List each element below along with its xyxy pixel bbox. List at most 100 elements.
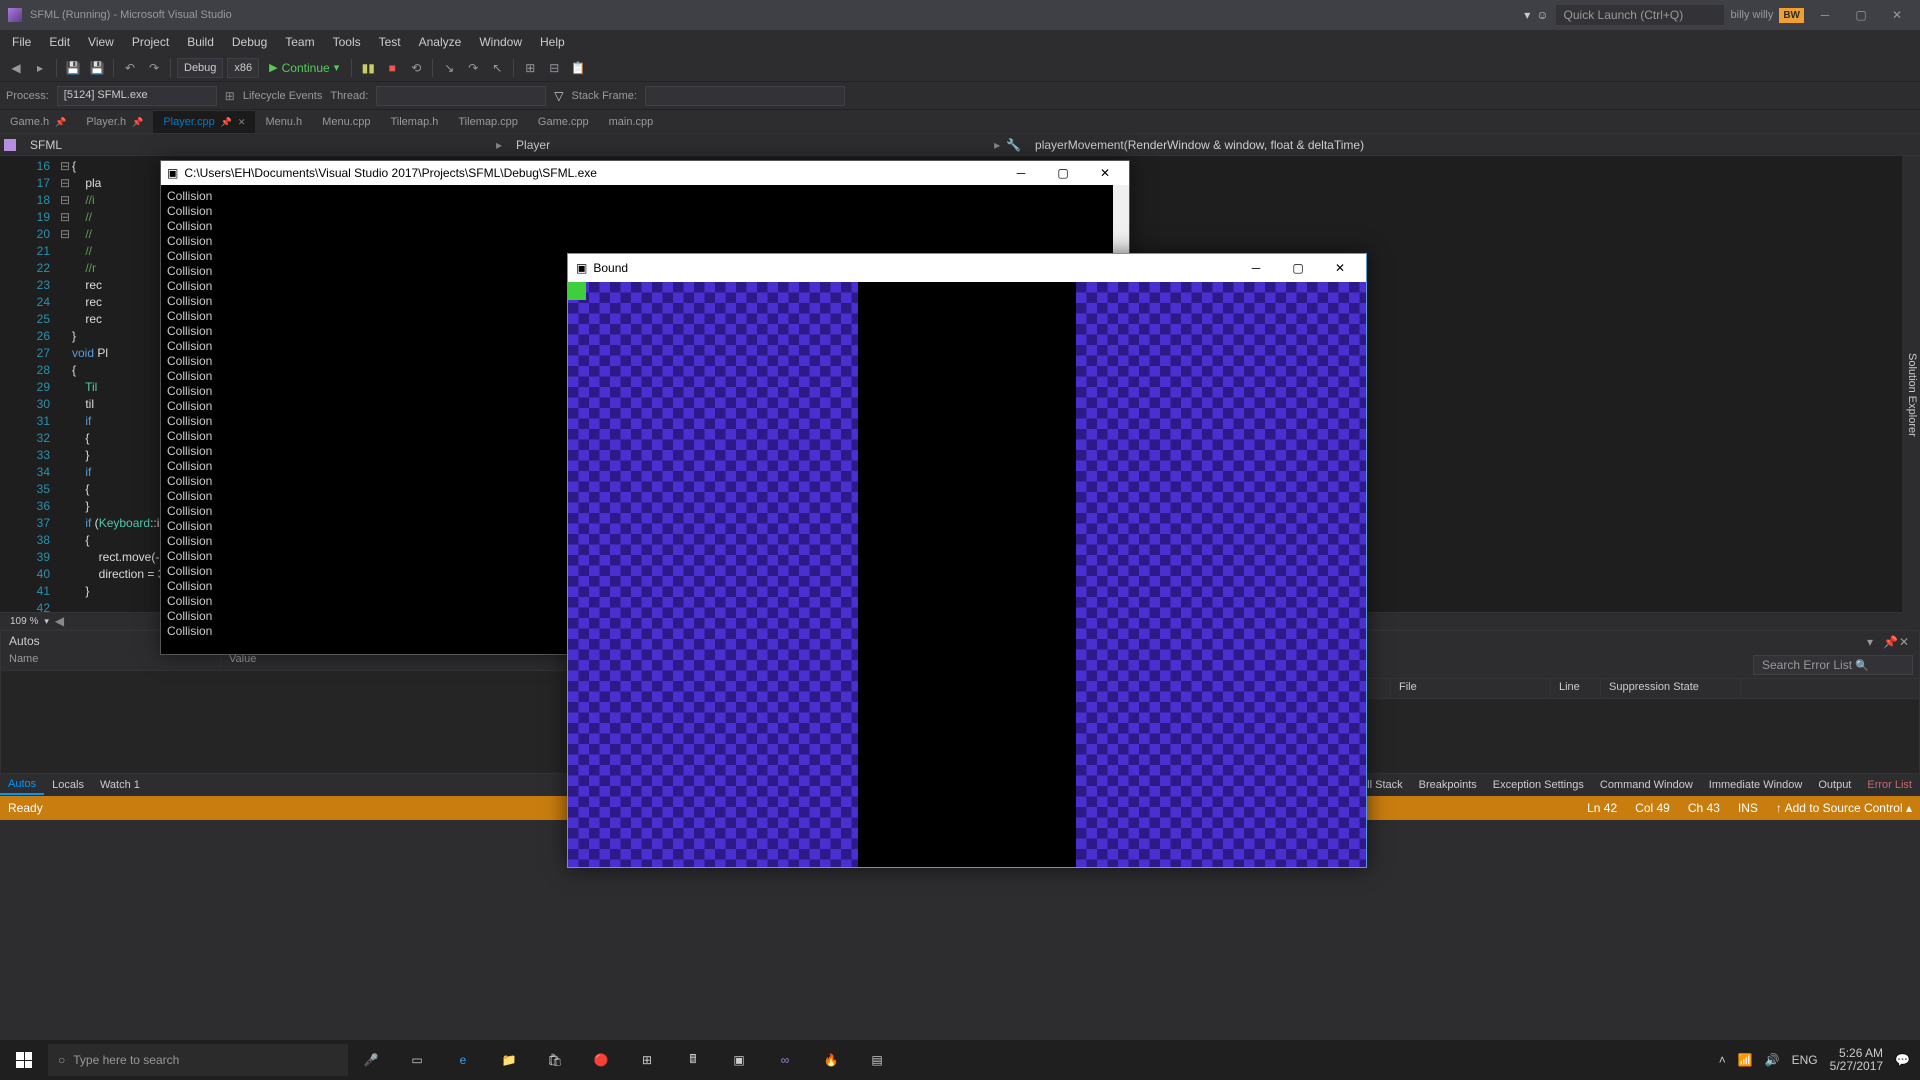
app-icon[interactable]: ▤	[854, 1040, 900, 1080]
breadcrumb-method[interactable]: playerMovement(RenderWindow & window, fl…	[1027, 136, 1372, 154]
breadcrumb-class[interactable]: Player	[508, 136, 558, 154]
lifecycle-icon[interactable]: ⊞	[225, 89, 235, 103]
tray-lang[interactable]: ENG	[1792, 1053, 1818, 1067]
source-control[interactable]: ↑ Add to Source Control ▴	[1776, 801, 1912, 815]
menu-build[interactable]: Build	[179, 31, 222, 53]
save-all-button[interactable]: 💾	[87, 58, 107, 78]
store-icon[interactable]: 🛍	[532, 1040, 578, 1080]
bottom-tab[interactable]: Exception Settings	[1485, 776, 1592, 794]
search-errorlist-input[interactable]: Search Error List 🔍	[1753, 655, 1913, 675]
save-button[interactable]: 💾	[63, 58, 83, 78]
step-over-button[interactable]: ↷	[463, 58, 483, 78]
tb-icon[interactable]: ⊞	[520, 58, 540, 78]
bottom-tab[interactable]: Immediate Window	[1701, 776, 1811, 794]
config-dropdown[interactable]: Debug	[177, 58, 223, 78]
console-maximize[interactable]: ▢	[1045, 163, 1081, 183]
tray-notifications-icon[interactable]: 💬	[1895, 1053, 1910, 1067]
menu-analyze[interactable]: Analyze	[411, 31, 470, 53]
tb-icon[interactable]: ⊟	[544, 58, 564, 78]
taskview-icon[interactable]: ▭	[394, 1040, 440, 1080]
menu-window[interactable]: Window	[471, 31, 530, 53]
thread-dropdown[interactable]	[376, 86, 546, 106]
tb-icon[interactable]: 📋	[568, 58, 588, 78]
app-icon[interactable]: ▣	[716, 1040, 762, 1080]
edge-icon[interactable]: e	[440, 1040, 486, 1080]
taskbar-search[interactable]: ○ Type here to search	[48, 1044, 348, 1076]
close-button[interactable]: ✕	[1882, 5, 1912, 25]
step-out-button[interactable]: ↖	[487, 58, 507, 78]
bottom-tab[interactable]: Autos	[0, 775, 44, 795]
bottom-tab[interactable]: Output	[1810, 776, 1859, 794]
menu-edit[interactable]: Edit	[41, 31, 78, 53]
nav-back-button[interactable]: ◀	[6, 58, 26, 78]
bottom-tab[interactable]: Locals	[44, 776, 92, 794]
step-into-button[interactable]: ↘	[439, 58, 459, 78]
game-canvas[interactable]	[568, 282, 1366, 867]
solution-explorer-tab[interactable]: Solution Explorer	[1904, 345, 1920, 445]
tray-network-icon[interactable]: 📶	[1738, 1053, 1753, 1067]
quick-launch-input[interactable]: Quick Launch (Ctrl+Q)	[1555, 4, 1725, 26]
tray-volume-icon[interactable]: 🔊	[1765, 1053, 1780, 1067]
editor-tab[interactable]: Menu.h	[255, 111, 312, 133]
editor-tab[interactable]: Player.h 📌	[76, 111, 153, 133]
app-icon[interactable]: ⊞	[624, 1040, 670, 1080]
stackframe-dropdown[interactable]	[645, 86, 845, 106]
nav-button[interactable]: ◀	[55, 614, 64, 628]
mic-icon[interactable]: 🎤	[348, 1040, 394, 1080]
menu-help[interactable]: Help	[532, 31, 573, 53]
app-icon[interactable]: 🔴	[578, 1040, 624, 1080]
tray-clock[interactable]: 5:26 AM 5/27/2017	[1830, 1047, 1883, 1073]
nav-fwd-button[interactable]: ▸	[30, 58, 50, 78]
continue-button[interactable]: ▶ Continue ▾	[263, 59, 345, 77]
bottom-tab[interactable]: Error List	[1859, 776, 1920, 794]
minimize-button[interactable]: ─	[1810, 5, 1840, 25]
breadcrumb-project[interactable]: SFML	[22, 136, 70, 154]
menu-team[interactable]: Team	[277, 31, 322, 53]
menu-debug[interactable]: Debug	[224, 31, 275, 53]
game-minimize[interactable]: ─	[1238, 258, 1274, 278]
menu-view[interactable]: View	[80, 31, 122, 53]
game-close[interactable]: ✕	[1322, 258, 1358, 278]
stop-button[interactable]: ■	[382, 58, 402, 78]
vs-taskbar-icon[interactable]: ∞	[762, 1040, 808, 1080]
editor-tab[interactable]: Game.h 📌	[0, 111, 76, 133]
game-window[interactable]: ▣ Bound ─ ▢ ✕	[567, 253, 1367, 868]
notify-icon[interactable]: ▾	[1524, 8, 1530, 22]
panel-dropdown-icon[interactable]: ▾	[1867, 635, 1879, 647]
bottom-tab[interactable]: Breakpoints	[1411, 776, 1485, 794]
break-all-button[interactable]: ▮▮	[358, 58, 378, 78]
undo-button[interactable]: ↶	[120, 58, 140, 78]
user-badge[interactable]: BW	[1779, 8, 1804, 23]
platform-dropdown[interactable]: x86	[227, 58, 259, 78]
editor-tab[interactable]: Game.cpp	[528, 111, 599, 133]
editor-tab[interactable]: Player.cpp 📌 ✕	[153, 110, 255, 133]
explorer-icon[interactable]: 📁	[486, 1040, 532, 1080]
menu-project[interactable]: Project	[124, 31, 177, 53]
start-button[interactable]	[0, 1040, 48, 1080]
tray-chevron-icon[interactable]: ˄	[1719, 1053, 1726, 1067]
restart-button[interactable]: ⟲	[406, 58, 426, 78]
editor-tab[interactable]: main.cpp	[599, 111, 664, 133]
process-dropdown[interactable]: [5124] SFML.exe	[57, 86, 217, 106]
editor-tab[interactable]: Tilemap.cpp	[448, 111, 528, 133]
editor-tab[interactable]: Tilemap.h	[380, 111, 448, 133]
console-minimize[interactable]: ─	[1003, 163, 1039, 183]
user-name[interactable]: billy willy	[1731, 9, 1774, 21]
fold-column[interactable]: ⊟ ⊟ ⊟ ⊟ ⊟	[58, 156, 72, 612]
menu-test[interactable]: Test	[371, 31, 409, 53]
bottom-tab[interactable]: Command Window	[1592, 776, 1701, 794]
console-close[interactable]: ✕	[1087, 163, 1123, 183]
feedback-icon[interactable]: ☺	[1536, 8, 1548, 22]
zoom-level[interactable]: 109 %	[4, 616, 44, 627]
filter-icon[interactable]: ▽	[554, 89, 563, 103]
menu-file[interactable]: File	[4, 31, 39, 53]
game-maximize[interactable]: ▢	[1280, 258, 1316, 278]
editor-tab[interactable]: Menu.cpp	[312, 111, 380, 133]
redo-button[interactable]: ↷	[144, 58, 164, 78]
panel-close-icon[interactable]: ✕	[1899, 635, 1911, 647]
maximize-button[interactable]: ▢	[1846, 5, 1876, 25]
panel-pin-icon[interactable]: 📌	[1883, 635, 1895, 647]
menu-tools[interactable]: Tools	[325, 31, 369, 53]
firefox-icon[interactable]: 🔥	[808, 1040, 854, 1080]
calc-icon[interactable]: 🖩	[670, 1040, 716, 1080]
